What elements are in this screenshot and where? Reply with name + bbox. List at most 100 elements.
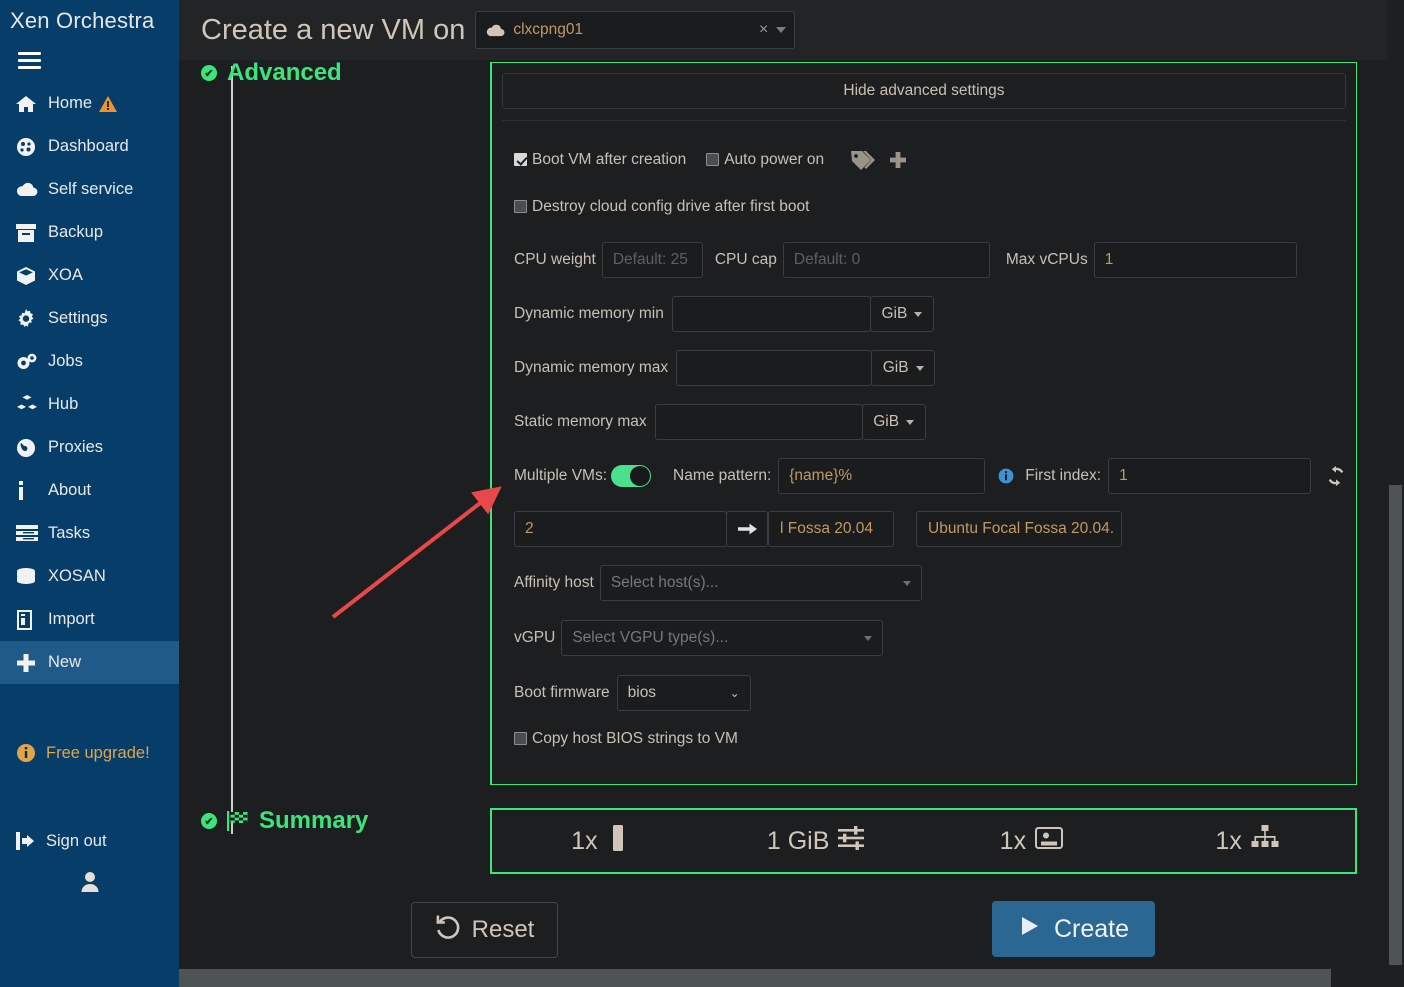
vertical-scrollbar[interactable]: [1387, 0, 1404, 965]
auto-power-on-label: Auto power on: [724, 151, 825, 168]
sidebar-item-label: Import: [48, 610, 95, 628]
network-icon: [1251, 824, 1279, 858]
sidebar-item-label: XOA: [48, 266, 83, 284]
boot-vm-checkbox[interactable]: Boot VM after creation: [514, 151, 686, 169]
copy-bios-checkbox[interactable]: Copy host BIOS strings to VM: [514, 730, 738, 748]
sidebar-item-backup[interactable]: Backup: [0, 211, 179, 254]
info-circle-icon: [16, 743, 46, 763]
cubes-icon: [16, 395, 46, 414]
affinity-host-row: Affinity host Select host(s)...: [492, 565, 1356, 601]
affinity-host-select[interactable]: Select host(s)...: [599, 565, 922, 601]
database-icon: [16, 567, 46, 586]
chevron-down-icon[interactable]: [776, 27, 787, 33]
boot-firmware-select[interactable]: bios ⌄: [616, 675, 751, 711]
close-icon[interactable]: ×: [751, 21, 776, 39]
sidebar-item-settings[interactable]: Settings: [0, 297, 179, 340]
hamburger-icon[interactable]: [0, 40, 179, 80]
sidebar-item-label: XOSAN: [48, 567, 106, 585]
destroy-cloud-config-checkbox[interactable]: Destroy cloud config drive after first b…: [514, 198, 809, 216]
sidebar-nav: Home Dashboard Self service Backup XOA S…: [0, 82, 179, 684]
avatar[interactable]: [0, 870, 179, 899]
vgpu-select[interactable]: Select VGPU type(s)...: [561, 620, 884, 656]
unit-label: GiB: [881, 305, 908, 322]
reset-button[interactable]: Reset: [411, 902, 558, 958]
cpu-cap-label: CPU cap: [714, 251, 777, 268]
horizontal-scrollbar-thumb[interactable]: [179, 969, 1331, 987]
step-advanced[interactable]: ✔ Advanced: [201, 59, 342, 87]
sidebar-item-xoa[interactable]: XOA: [0, 254, 179, 297]
gears-icon: [16, 352, 46, 372]
tags-icon[interactable]: [850, 148, 876, 172]
dynamic-memory-max-input[interactable]: [676, 350, 873, 386]
hide-advanced-settings-button[interactable]: Hide advanced settings: [502, 73, 1346, 109]
multiple-vms-toggle[interactable]: [611, 465, 652, 487]
sidebar-item-hub[interactable]: Hub: [0, 383, 179, 426]
home-icon: [16, 95, 46, 113]
first-index-input[interactable]: 1: [1108, 458, 1312, 494]
globe-icon: [16, 438, 46, 458]
step-timeline: [231, 66, 233, 834]
checkbox-box: [514, 732, 527, 745]
sidebar-item-label: Hub: [48, 395, 79, 413]
file-import-icon: [16, 609, 46, 630]
sidebar-item-about[interactable]: About: [0, 469, 179, 512]
chevron-down-icon: [906, 419, 915, 425]
static-memory-max-unit-select[interactable]: GiB: [861, 404, 926, 440]
info-circle-icon[interactable]: [998, 468, 1014, 484]
copy-bios-label: Copy host BIOS strings to VM: [532, 730, 738, 747]
add-tag-icon[interactable]: [888, 150, 908, 170]
free-upgrade-link[interactable]: Free upgrade!: [0, 732, 179, 774]
sign-out-button[interactable]: Sign out: [0, 820, 179, 862]
vertical-scrollbar-thumb[interactable]: [1389, 485, 1402, 965]
cpu-weight-input[interactable]: Default: 25: [601, 242, 703, 278]
summary-disk-value: 1x: [999, 826, 1027, 855]
summary-panel: 1x 1 GiB 1x 1x: [490, 808, 1357, 874]
sidebar-item-xosan[interactable]: XOSAN: [0, 555, 179, 598]
sidebar-item-tasks[interactable]: Tasks: [0, 512, 179, 555]
affinity-host-label: Affinity host: [514, 574, 594, 591]
cloud-icon: [16, 182, 46, 197]
sidebar-item-label: Home: [48, 94, 93, 112]
sidebar-item-home[interactable]: Home: [0, 82, 179, 125]
main-area: Create a new VM on clxcpng01 × ✔ Advance…: [179, 0, 1404, 987]
summary-memory-value: 1 GiB: [766, 826, 830, 855]
static-memory-max-input[interactable]: [654, 404, 863, 440]
sidebar-item-proxies[interactable]: Proxies: [0, 426, 179, 469]
refresh-icon[interactable]: [1326, 466, 1346, 486]
name-preview-1: l Fossa 20.04: [768, 511, 894, 547]
dynamic-memory-max-unit-select[interactable]: GiB: [871, 350, 936, 386]
cpu-cap-input[interactable]: Default: 0: [782, 242, 990, 278]
summary-item-cpu: 1x: [492, 824, 708, 859]
vm-count-input[interactable]: 2: [514, 511, 727, 547]
step-summary[interactable]: ✔ Summary: [201, 807, 368, 835]
sidebar-item-self-service[interactable]: Self service: [0, 168, 179, 211]
dynamic-memory-min-input[interactable]: [671, 296, 871, 332]
boot-firmware-value: bios: [627, 684, 657, 701]
create-label: Create: [1053, 914, 1130, 943]
max-vcpus-input[interactable]: 1: [1093, 242, 1297, 278]
name-pattern-input[interactable]: {name}%: [778, 458, 986, 494]
dynamic-memory-min-label: Dynamic memory min: [514, 305, 664, 322]
check-icon: ✔: [201, 65, 217, 81]
sidebar-item-jobs[interactable]: Jobs: [0, 340, 179, 383]
copy-bios-row: Copy host BIOS strings to VM: [492, 730, 1356, 748]
summary-cpu-value: 1x: [571, 826, 598, 855]
summary-item-memory: 1 GiB: [708, 825, 924, 858]
play-icon: [1018, 914, 1042, 945]
sidebar-item-import[interactable]: Import: [0, 598, 179, 641]
create-button[interactable]: Create: [992, 901, 1155, 957]
archive-icon: [16, 223, 46, 242]
chevron-down-icon: [915, 365, 924, 371]
sidebar-item-dashboard[interactable]: Dashboard: [0, 125, 179, 168]
auto-power-on-checkbox[interactable]: Auto power on: [706, 151, 824, 169]
cloud-icon: [486, 24, 505, 37]
step-summary-label: Summary: [259, 807, 369, 834]
apply-vm-count-button[interactable]: [726, 511, 768, 547]
host-select[interactable]: clxcpng01 ×: [475, 11, 796, 49]
max-vcpus-label: Max vCPUs: [1005, 251, 1088, 268]
sidebar-item-new[interactable]: New: [0, 641, 179, 684]
dynamic-memory-min-unit-select[interactable]: GiB: [869, 296, 934, 332]
dashboard-icon: [16, 137, 46, 157]
app-brand: Xen Orchestra: [10, 8, 155, 33]
horizontal-scrollbar[interactable]: [179, 965, 1404, 987]
